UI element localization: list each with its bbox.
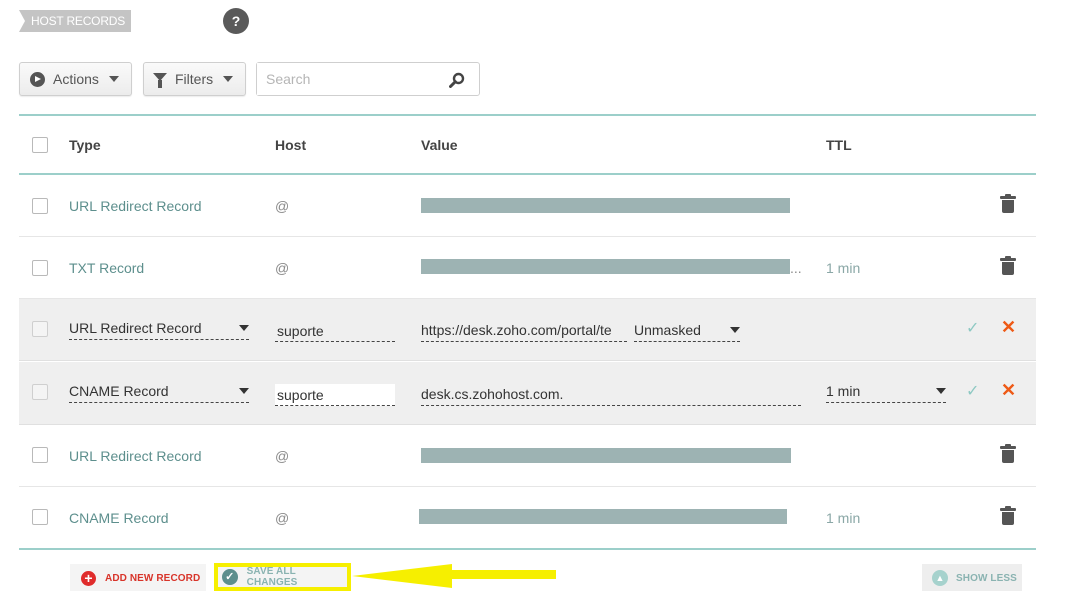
table-row: URL Redirect Record @ <box>19 425 1036 487</box>
close-icon[interactable]: ✕ <box>1001 380 1016 401</box>
trash-icon[interactable] <box>1000 256 1016 275</box>
actions-label: Actions <box>53 71 99 87</box>
row-checkbox[interactable] <box>32 321 48 337</box>
record-host[interactable]: @ <box>275 237 289 298</box>
table-row: TXT Record @ ... 1 min <box>19 237 1036 299</box>
table-bottom-divider <box>19 548 1036 550</box>
check-circle-icon: ✓ <box>222 569 238 585</box>
record-type[interactable]: CNAME Record <box>69 487 169 549</box>
show-less-button[interactable]: ▲ SHOW LESS <box>922 564 1022 591</box>
chevron-up-icon: ▲ <box>932 570 948 586</box>
filters-dropdown[interactable]: Filters <box>143 62 246 96</box>
record-type[interactable]: URL Redirect Record <box>69 425 202 486</box>
row-checkbox[interactable] <box>32 384 48 400</box>
check-icon[interactable]: ✓ <box>966 318 979 338</box>
record-type-value: URL Redirect Record <box>69 319 202 336</box>
record-host[interactable]: @ <box>275 487 289 549</box>
column-header-ttl[interactable]: TTL <box>826 116 852 173</box>
check-icon[interactable]: ✓ <box>966 381 979 401</box>
redacted-value <box>421 259 790 274</box>
chevron-down-icon <box>936 388 946 394</box>
host-input[interactable]: suporte <box>275 320 395 342</box>
value-input[interactable]: desk.cs.zohohost.com. <box>421 382 801 406</box>
redacted-value <box>419 509 787 524</box>
row-checkbox[interactable] <box>32 509 48 525</box>
magnifier-icon[interactable] <box>449 72 465 88</box>
value-input[interactable]: https://desk.zoho.com/portal/te <box>421 318 627 342</box>
trash-icon[interactable] <box>1000 506 1016 525</box>
record-type-select[interactable]: URL Redirect Record <box>69 316 249 340</box>
record-ttl[interactable]: 1 min <box>826 487 860 549</box>
column-header-type[interactable]: Type <box>69 116 101 173</box>
record-host[interactable]: @ <box>275 175 289 236</box>
show-less-label: SHOW LESS <box>956 572 1017 584</box>
ttl-select[interactable]: 1 min <box>826 379 946 403</box>
row-checkbox[interactable] <box>32 198 48 214</box>
redirect-mode-select[interactable]: Unmasked <box>634 318 740 342</box>
ttl-value: 1 min <box>826 382 861 399</box>
row-checkbox[interactable] <box>32 260 48 276</box>
table-row: URL Redirect Record @ <box>19 175 1036 237</box>
value-ellipsis: ... <box>790 259 802 276</box>
chevron-down-icon <box>108 76 119 82</box>
column-header-value[interactable]: Value <box>421 116 458 173</box>
record-type-value: CNAME Record <box>69 382 169 399</box>
table-row: CNAME Record @ 1 min <box>19 487 1036 549</box>
add-new-record-button[interactable]: + ADD NEW RECORD <box>70 564 206 591</box>
select-all-checkbox[interactable] <box>32 137 48 153</box>
column-header-host[interactable]: Host <box>275 116 306 173</box>
funnel-icon <box>153 73 167 88</box>
redacted-value <box>421 448 791 463</box>
record-type[interactable]: TXT Record <box>69 237 144 298</box>
help-icon[interactable]: ? <box>223 8 249 34</box>
actions-dropdown[interactable]: Actions <box>19 62 132 96</box>
arrow-left-icon <box>352 564 556 588</box>
search-box <box>256 62 480 96</box>
save-all-changes-label: SAVE ALL CHANGES <box>246 566 298 588</box>
section-label: HOST RECORDS <box>19 10 131 32</box>
add-new-record-label: ADD NEW RECORD <box>105 572 201 584</box>
chevron-down-icon <box>730 327 740 333</box>
record-type-select[interactable]: CNAME Record <box>69 379 249 403</box>
record-ttl[interactable]: 1 min <box>826 237 860 298</box>
trash-icon[interactable] <box>1000 444 1016 463</box>
plus-circle-icon: + <box>81 570 96 586</box>
redacted-value <box>421 198 790 213</box>
table-row-editing: CNAME Record suporte desk.cs.zohohost.co… <box>19 362 1036 425</box>
row-checkbox[interactable] <box>32 447 48 463</box>
trash-icon[interactable] <box>1000 194 1016 213</box>
chevron-down-icon <box>223 76 234 82</box>
table-header: Type Host Value TTL <box>19 116 1036 175</box>
record-host[interactable]: @ <box>275 425 289 486</box>
redirect-mode-value: Unmasked <box>634 321 701 338</box>
record-type[interactable]: URL Redirect Record <box>69 175 202 236</box>
close-icon[interactable]: ✕ <box>1001 317 1016 338</box>
table-row-editing: URL Redirect Record suporte https://desk… <box>19 299 1036 361</box>
play-circle-icon <box>30 71 45 87</box>
chevron-down-icon <box>239 388 249 394</box>
filters-label: Filters <box>175 71 214 87</box>
host-input[interactable]: suporte <box>275 384 395 406</box>
search-input[interactable] <box>257 63 437 95</box>
chevron-down-icon <box>239 325 249 331</box>
save-all-changes-button[interactable]: ✓ SAVE ALL CHANGES <box>214 563 351 591</box>
